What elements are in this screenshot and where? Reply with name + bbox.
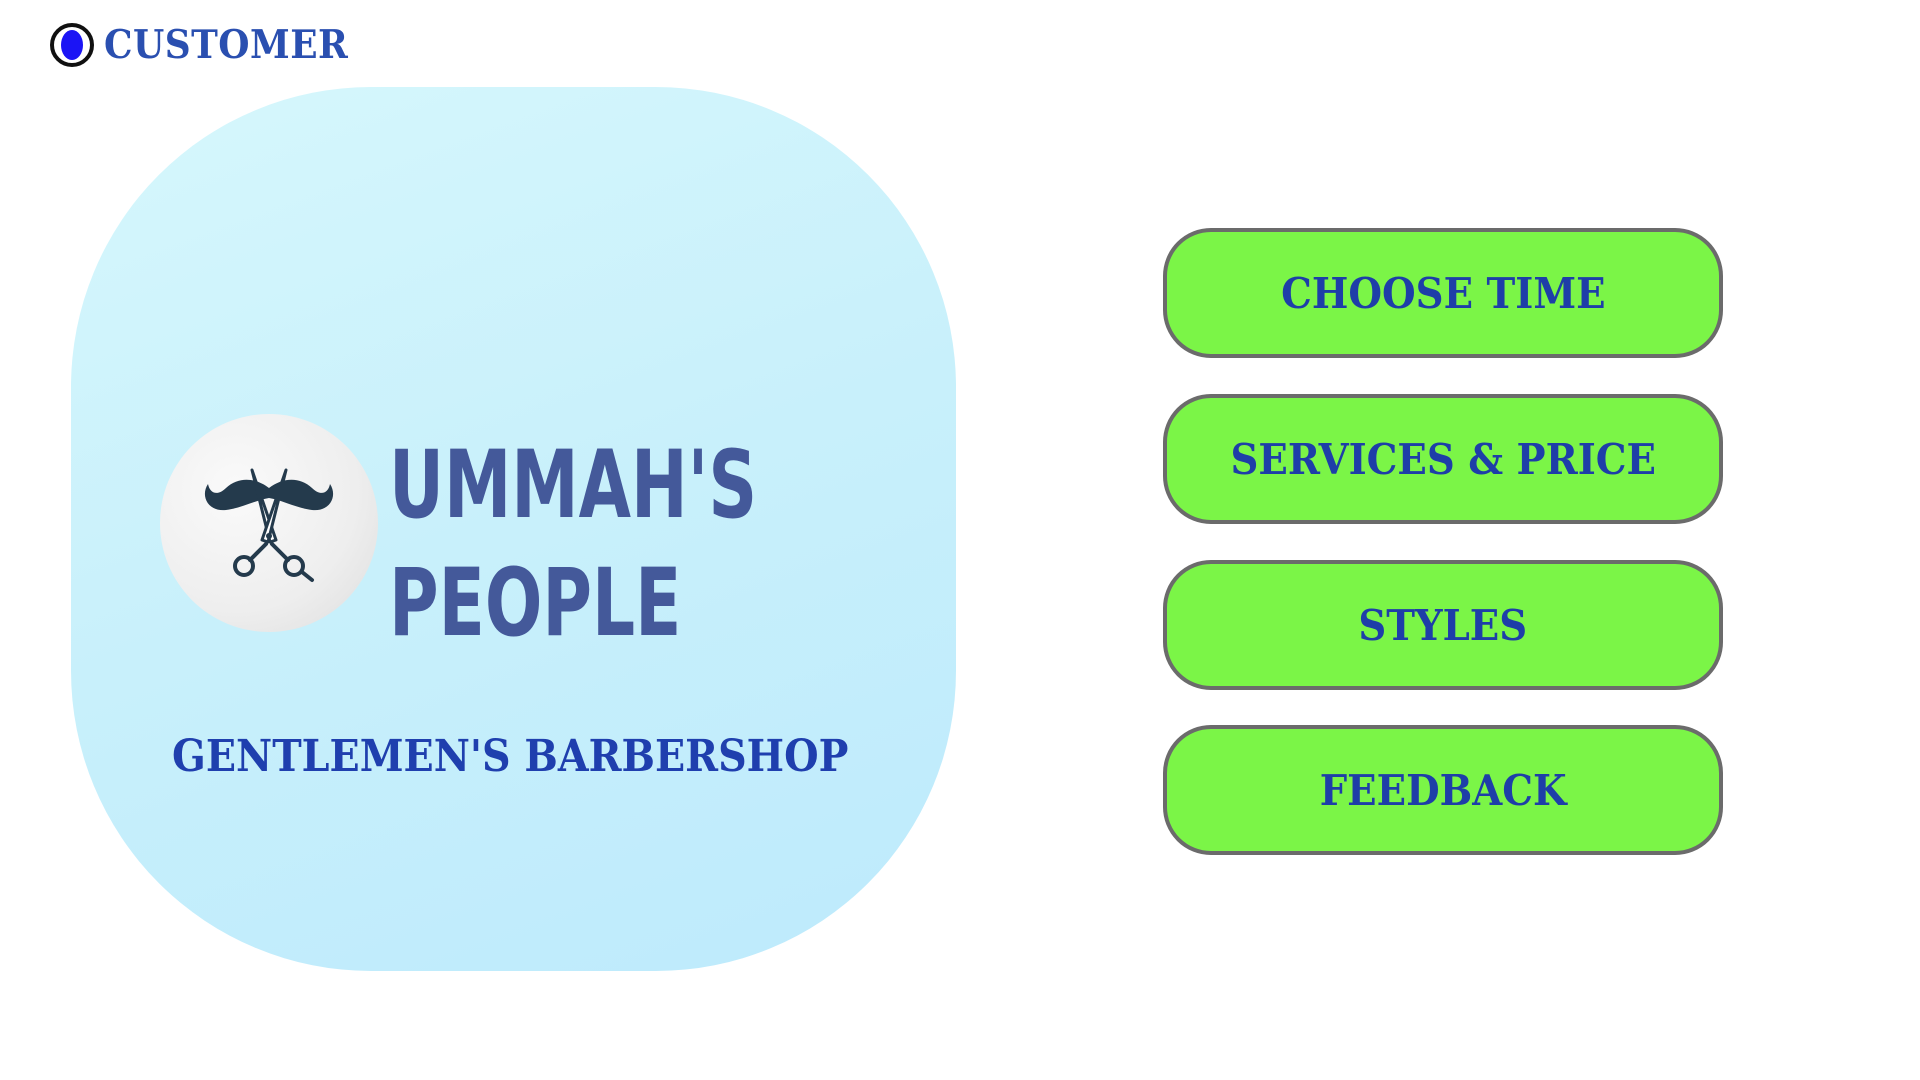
customer-label: CUSTOMER xyxy=(104,21,349,68)
styles-label: STYLES xyxy=(1358,600,1528,650)
radio-selected-dot xyxy=(61,30,83,60)
brand-tagline: GENTLEMEN'S BARBERSHOP xyxy=(172,731,849,782)
logo-badge xyxy=(160,414,378,632)
choose-time-button[interactable]: CHOOSE TIME xyxy=(1163,228,1723,358)
feedback-button[interactable]: FEEDBACK xyxy=(1163,725,1723,855)
feedback-label: FEEDBACK xyxy=(1319,765,1567,815)
brand-name-line1: UMMAH'S xyxy=(389,431,758,540)
brand-card: UMMAH'S PEOPLE GENTLEMEN'S BARBERSHOP xyxy=(71,87,956,971)
brand-name: UMMAH'S PEOPLE xyxy=(389,427,757,663)
services-price-button[interactable]: SERVICES & PRICE xyxy=(1163,394,1723,524)
radio-button-icon[interactable] xyxy=(50,23,94,67)
choose-time-label: CHOOSE TIME xyxy=(1280,268,1606,318)
customer-role-selector[interactable]: CUSTOMER xyxy=(50,19,370,71)
styles-button[interactable]: STYLES xyxy=(1163,560,1723,690)
services-price-label: SERVICES & PRICE xyxy=(1230,434,1656,484)
mustache-scissors-icon xyxy=(204,468,334,582)
brand-name-line2: PEOPLE xyxy=(389,549,682,658)
